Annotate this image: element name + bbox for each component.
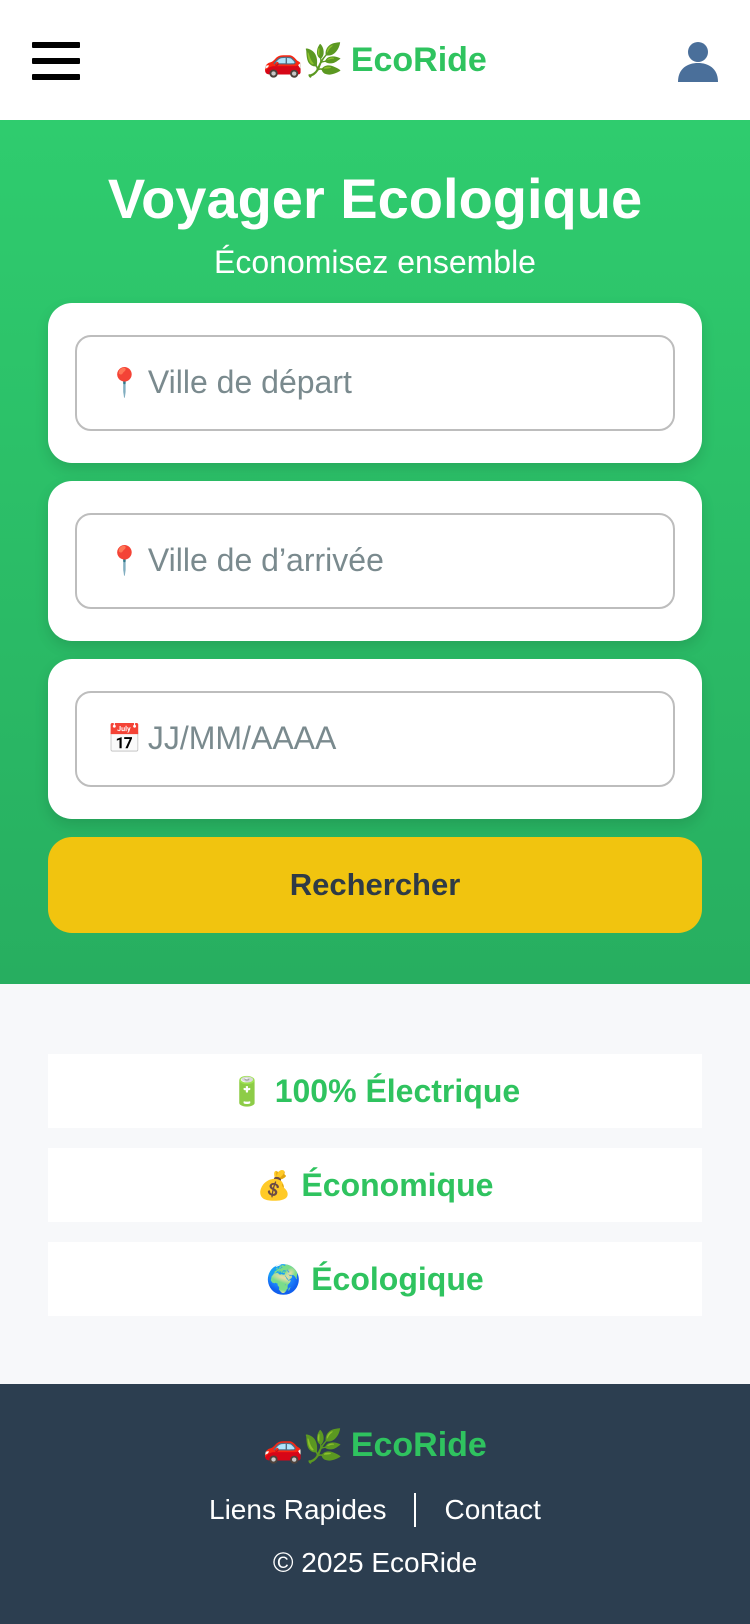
top-nav-bar: 🚗🌿 EcoRide	[0, 0, 750, 120]
footer-link-contact[interactable]: Contact	[444, 1494, 541, 1526]
feature-label: Économique	[301, 1166, 494, 1203]
footer-link-divider	[414, 1493, 417, 1527]
brand-name: EcoRide	[350, 40, 487, 79]
hero-subtitle: Économisez ensemble	[214, 243, 536, 280]
footer: 🚗🌿 EcoRide Liens Rapides Contact © 2025 …	[0, 1384, 750, 1624]
departure-city-input[interactable]: 📍 Ville de départ	[75, 334, 675, 431]
hamburger-menu-icon[interactable]	[32, 42, 80, 80]
date-card: 📅 JJ/MM/AAAA	[48, 658, 702, 819]
copyright-text: © 2025 EcoRide	[272, 1547, 478, 1578]
car-leaf-icon: 🚗🌿	[263, 1427, 343, 1464]
feature-label: Écologique	[311, 1260, 484, 1297]
arrival-city-input[interactable]: 📍 Ville de d’arrivée	[75, 512, 675, 609]
footer-links: Liens Rapides Contact	[209, 1493, 541, 1527]
calendar-icon: 📅	[107, 723, 142, 755]
globe-icon: 🌍	[266, 1263, 302, 1295]
hero-title: Voyager Ecologique	[107, 167, 643, 230]
user-avatar-icon[interactable]	[676, 38, 720, 82]
footer-brand-logo[interactable]: 🚗🌿 EcoRide	[263, 1426, 487, 1465]
arrival-card: 📍 Ville de d’arrivée	[48, 480, 702, 641]
pin-icon: 📍	[107, 545, 142, 577]
hero-search-section: Voyager Ecologique Économisez ensemble 📍…	[0, 120, 750, 984]
feature-economic: 💰 Économique	[48, 1148, 702, 1222]
search-button[interactable]: Rechercher	[48, 836, 702, 933]
pin-icon: 📍	[107, 367, 142, 399]
date-placeholder: JJ/MM/AAAA	[147, 720, 337, 757]
date-input[interactable]: 📅 JJ/MM/AAAA	[75, 690, 675, 787]
battery-icon: 🔋	[229, 1075, 265, 1107]
feature-ecological: 🌍 Écologique	[48, 1242, 702, 1316]
footer-brand-name: EcoRide	[350, 1426, 487, 1464]
departure-placeholder: Ville de départ	[147, 364, 352, 401]
feature-electric: 🔋 100% Électrique	[48, 1054, 702, 1128]
footer-link-quick-links[interactable]: Liens Rapides	[209, 1494, 386, 1526]
feature-label: 100% Électrique	[274, 1072, 521, 1109]
money-bag-icon: 💰	[256, 1169, 292, 1201]
car-leaf-icon: 🚗🌿	[263, 42, 343, 78]
features-list: 🔋 100% Électrique 💰 Économique 🌍 Écologi…	[0, 984, 750, 1384]
arrival-placeholder: Ville de d’arrivée	[147, 542, 384, 579]
departure-card: 📍 Ville de départ	[48, 302, 702, 463]
brand-logo[interactable]: 🚗🌿 EcoRide	[263, 41, 487, 80]
